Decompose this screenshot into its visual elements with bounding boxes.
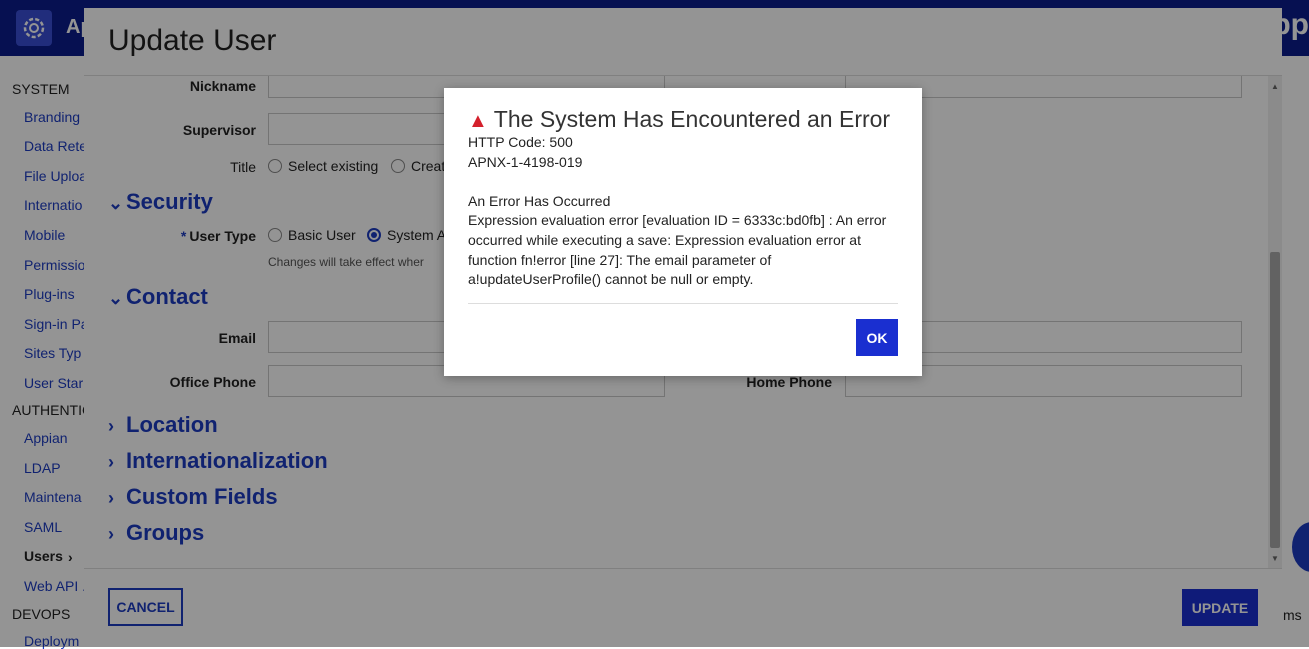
error-title: ▲ The System Has Encountered an Error [468,106,891,132]
http-code: HTTP Code: 500 [468,134,573,150]
error-body: HTTP Code: 500 APNX-1-4198-019 An Error … [468,133,900,290]
ok-button[interactable]: OK [856,319,898,356]
error-heading: An Error Has Occurred [468,192,611,209]
error-id: APNX-1-4198-019 [468,153,583,170]
error-dialog: ▲ The System Has Encountered an Error HTT… [444,88,922,376]
divider [468,303,898,304]
error-message: Expression evaluation error [evaluation … [468,212,887,288]
warning-icon: ▲ [468,110,488,132]
